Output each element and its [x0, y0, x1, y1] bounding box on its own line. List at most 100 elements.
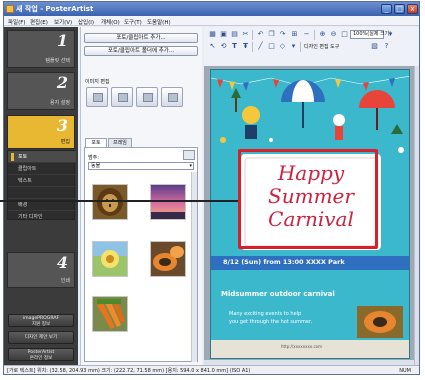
zoom-select[interactable]: 100%(실제 크기) — [350, 30, 391, 39]
paste-icon[interactable]: ❐ — [267, 30, 276, 39]
step-label: 편집 — [60, 139, 70, 145]
poster-date-line: 8/12 (Sun) from 13:00 XXXX Park — [223, 258, 345, 266]
zoom-in-icon[interactable]: ⊕ — [318, 30, 327, 39]
vertical-text-icon[interactable]: Ŧ — [241, 42, 250, 51]
menu-help[interactable]: 도움말(H) — [147, 18, 171, 26]
subcategory-label: 배경 — [18, 202, 28, 208]
redo-icon[interactable]: ↷ — [278, 30, 287, 39]
step-template[interactable]: 1 템플릿 선택 — [7, 30, 75, 68]
toolbar: ▦ ▣ ▤ ✂ ↶ ❐ ↷ ⊞ − ⊕ ⊖ □ 100%(실제 크기) ▾ ↖ … — [204, 27, 419, 65]
toolbar-separator — [314, 30, 315, 40]
asset-panel: 포토/클립아트 추가... 포토/클립아트 폴더에 추가... 이미지 편집 포… — [80, 27, 202, 365]
grid-icon[interactable]: ⊞ — [290, 30, 299, 39]
rectangle-icon[interactable]: □ — [267, 42, 276, 51]
chevron-down-icon[interactable]: ▾ — [289, 42, 298, 51]
layout-icon[interactable]: ▦ — [208, 30, 217, 39]
subcategory-empty[interactable] — [8, 187, 76, 199]
close-button[interactable]: x — [407, 4, 418, 14]
photo-thumbnail-papaya[interactable] — [150, 241, 186, 277]
poster-body-line1: Many exciting events to help — [229, 311, 302, 317]
photo-thumbnail-carrots[interactable] — [92, 296, 128, 332]
poster-body-line2: you get through the hot summer. — [229, 319, 313, 325]
photo-thumbnail-sunset[interactable] — [150, 184, 186, 220]
design-suggestion-button[interactable]: 디자인 제안 보기 — [8, 331, 74, 344]
papaya-image — [151, 242, 185, 276]
status-bar: [가로 텍스트] 위치: (32.58, 204.93 mm) 크기: (222… — [4, 365, 419, 374]
support-info-button[interactable]: imagePROGRAF 지원 정보 — [8, 314, 74, 327]
help-icon[interactable]: ? — [382, 42, 391, 51]
undo-icon[interactable]: ↶ — [256, 30, 265, 39]
menu-tools[interactable]: 도구(T) — [124, 18, 142, 26]
subcategory-photo[interactable]: 포토 — [8, 151, 76, 163]
step-number: 3 — [56, 116, 68, 135]
image-adjust-icon[interactable] — [86, 87, 108, 107]
menu-view[interactable]: 보기(V) — [54, 18, 72, 26]
step-paper[interactable]: 2 용지 설정 — [7, 72, 75, 110]
view-toggle-icon[interactable] — [183, 150, 195, 160]
menu-edit[interactable]: 편집(E) — [30, 18, 48, 26]
lion-image — [93, 185, 127, 219]
poster-subtitle: Midsummer outdoor carnival — [221, 290, 335, 298]
category-select[interactable]: 동물 ▾ — [88, 162, 194, 170]
step-edit[interactable]: 3 편집 — [7, 115, 75, 149]
menu-insert[interactable]: 삽입(I) — [78, 18, 94, 26]
selection-indicator — [11, 153, 14, 161]
print-icon[interactable]: ▤ — [230, 30, 239, 39]
ellipse-icon[interactable]: ◇ — [278, 42, 287, 51]
rotate-icon[interactable]: ⟲ — [219, 42, 228, 51]
toolbar-separator — [252, 30, 253, 40]
photo-thumbnail-flower[interactable] — [92, 241, 128, 277]
pointer-icon[interactable]: ↖ — [208, 42, 217, 51]
image-effect-icon[interactable] — [161, 87, 183, 107]
button-line1: 디자인 제안 보기 — [24, 335, 58, 340]
subcategory-label: 클립아트 — [18, 166, 37, 172]
image-icon[interactable]: ▧ — [370, 42, 379, 51]
maximize-button[interactable]: □ — [394, 4, 405, 14]
cut-icon[interactable]: ✂ — [241, 30, 250, 39]
fit-page-icon[interactable]: □ — [340, 30, 349, 39]
carrots-image — [93, 297, 127, 331]
category-value: 동물 — [91, 163, 101, 169]
subcategory-other-design[interactable]: 기타 디자인 — [8, 211, 76, 223]
sunset-image — [151, 185, 185, 219]
button-line2: 온라인 정보 — [29, 355, 53, 361]
zoom-out-icon[interactable]: ⊖ — [329, 30, 338, 39]
title-bar[interactable]: 새 작업 - PosterArtist _ □ x — [4, 2, 419, 16]
poster-url: http://xxxxxxxx.com — [281, 344, 323, 349]
category-label: 범주: — [88, 155, 99, 161]
step-label: 인쇄 — [60, 278, 70, 284]
subcategory-clipart[interactable]: 클립아트 — [8, 163, 76, 175]
mask-icon[interactable] — [136, 87, 158, 107]
add-to-folder-button[interactable]: 포토/클립아트 폴더에 추가... — [84, 46, 198, 56]
step-number: 1 — [56, 31, 68, 50]
menu-object[interactable]: 개체(O) — [101, 18, 120, 26]
selection-callout-frame — [238, 149, 378, 249]
chevron-down-icon[interactable]: ▾ — [386, 30, 395, 39]
crop-icon[interactable] — [111, 87, 133, 107]
toolbar-separator — [300, 42, 301, 52]
line-icon[interactable]: ╱ — [256, 42, 265, 51]
chevron-down-icon: ▾ — [189, 163, 192, 169]
design-edit-tool-button[interactable]: 디자인 편집 도구 — [304, 43, 368, 52]
image-edit-label: 이미지 편집 — [85, 79, 110, 85]
menu-file[interactable]: 파일(F) — [8, 18, 26, 26]
status-text: [가로 텍스트] 위치: (32.58, 204.93 mm) 크기: (222… — [7, 368, 251, 374]
button-line2: 지원 정보 — [31, 321, 51, 327]
minus-icon[interactable]: − — [302, 30, 311, 39]
horizontal-text-icon[interactable]: T — [230, 42, 239, 51]
toolbar-separator — [252, 42, 253, 52]
app-icon — [6, 5, 14, 13]
subcategory-text[interactable]: 텍스트 — [8, 175, 76, 187]
minimize-button[interactable]: _ — [381, 4, 392, 14]
save-icon[interactable]: ▣ — [219, 30, 228, 39]
add-photo-button[interactable]: 포토/클립아트 추가... — [84, 33, 198, 43]
subcategory-label: 텍스트 — [18, 178, 32, 184]
step-print[interactable]: 4 인쇄 — [7, 252, 75, 288]
photo-thumbnail-lion[interactable] — [92, 184, 128, 220]
subcategory-label: 포토 — [18, 154, 28, 160]
step-panel: 1 템플릿 선택 2 용지 설정 3 편집 포토 클립아트 텍스트 배경 기타 … — [4, 27, 78, 365]
scrollbar-vertical[interactable] — [414, 66, 419, 365]
callout-pointer-line — [0, 200, 238, 202]
online-info-button[interactable]: PosterArtist 온라인 정보 — [8, 348, 74, 361]
step-number: 2 — [56, 73, 68, 92]
